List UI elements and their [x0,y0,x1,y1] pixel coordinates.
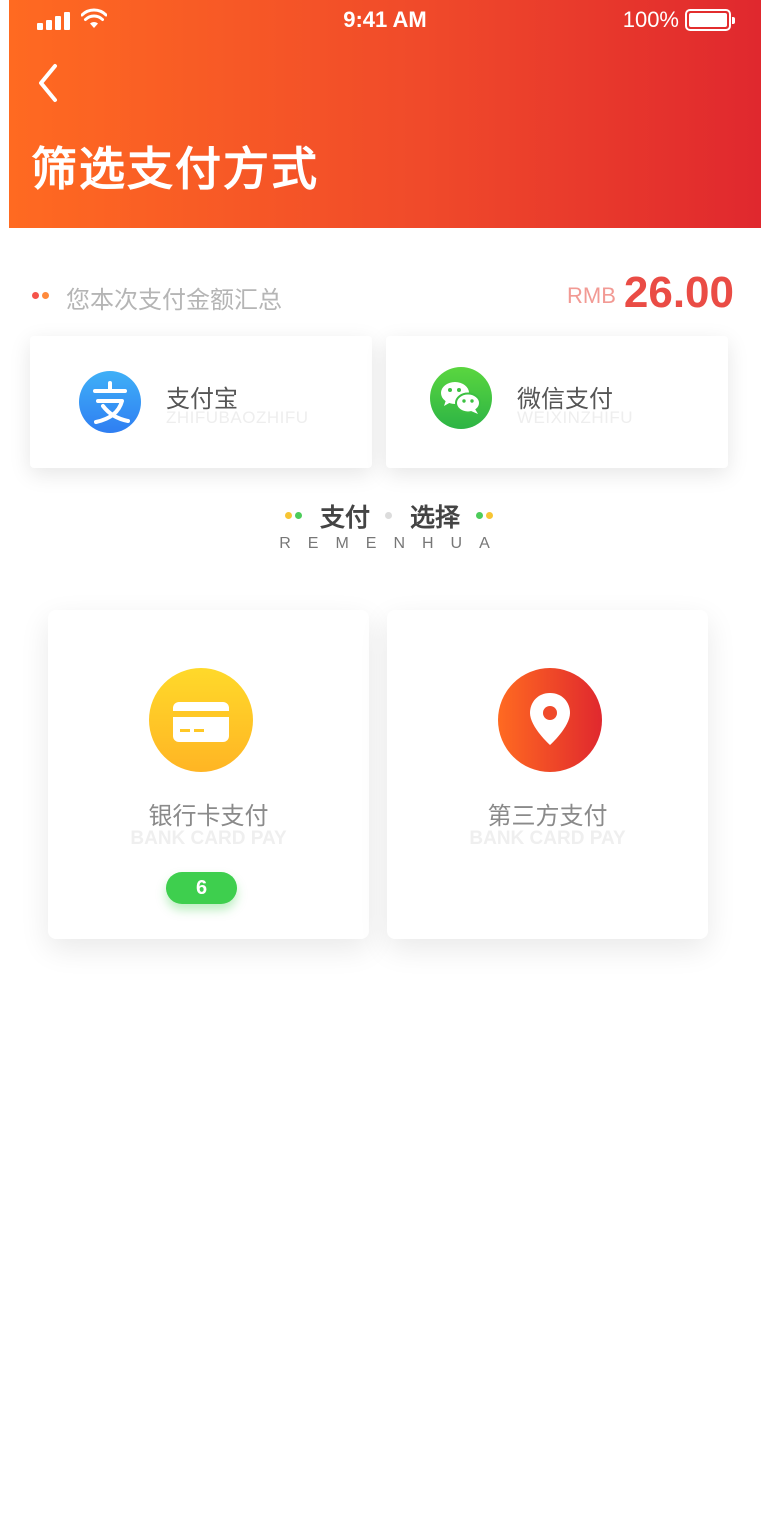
wechat-sublabel: WEIXINZHIFU [517,408,633,427]
section-heading: 支付 选择 REMENHUA [0,498,769,558]
third-party-sublabel: BANK CARD PAY [469,828,626,849]
wechat-icon [430,367,492,429]
alipay-sublabel: ZHIFUBAOZHIFU [166,408,309,427]
amount-value: 26.00 [623,268,734,317]
alipay-icon [79,371,141,433]
card-inner: 微信支付 WEIXINZHIFU [400,346,714,438]
payment-summary: 您本次支付金额汇总 RMB 26.00 [32,268,734,320]
section-title-row: 支付 选择 [0,498,769,532]
battery-icon [685,9,735,31]
back-arrow-icon[interactable] [33,62,63,104]
battery-percent: 100% [622,7,679,32]
summary-dots [32,292,52,300]
status-bar: 9:41 AM 100% [9,0,761,42]
option-bank-card[interactable]: 银行卡支付 BANK CARD PAY 6 [48,610,369,939]
section-title-left: 支付 [320,503,371,532]
currency-label: RMB [567,283,616,308]
page-title: 筛选支付方式 [31,142,319,196]
bank-card-sublabel: BANK CARD PAY [130,828,287,849]
section-subtitle: REMENHUA [279,535,507,552]
count-badge: 6 [166,872,237,904]
payment-method-wechat[interactable]: 微信支付 WEIXINZHIFU [386,336,728,468]
payment-method-alipay[interactable]: 支付宝 ZHIFUBAOZHIFU [30,336,372,468]
card-inner: 支付宝 ZHIFUBAOZHIFU [44,346,358,438]
third-party-label: 第三方支付 [487,802,608,830]
bank-card-icon [149,668,253,772]
summary-label: 您本次支付金额汇总 [66,286,282,314]
amount-display: RMB 26.00 [567,268,734,318]
option-third-party[interactable]: 第三方支付 BANK CARD PAY [387,610,708,939]
bank-card-label: 银行卡支付 [148,802,269,830]
header: 9:41 AM 100% 筛选支付方式 [9,0,761,228]
section-title-right: 选择 [410,503,461,532]
location-pin-icon [498,668,602,772]
